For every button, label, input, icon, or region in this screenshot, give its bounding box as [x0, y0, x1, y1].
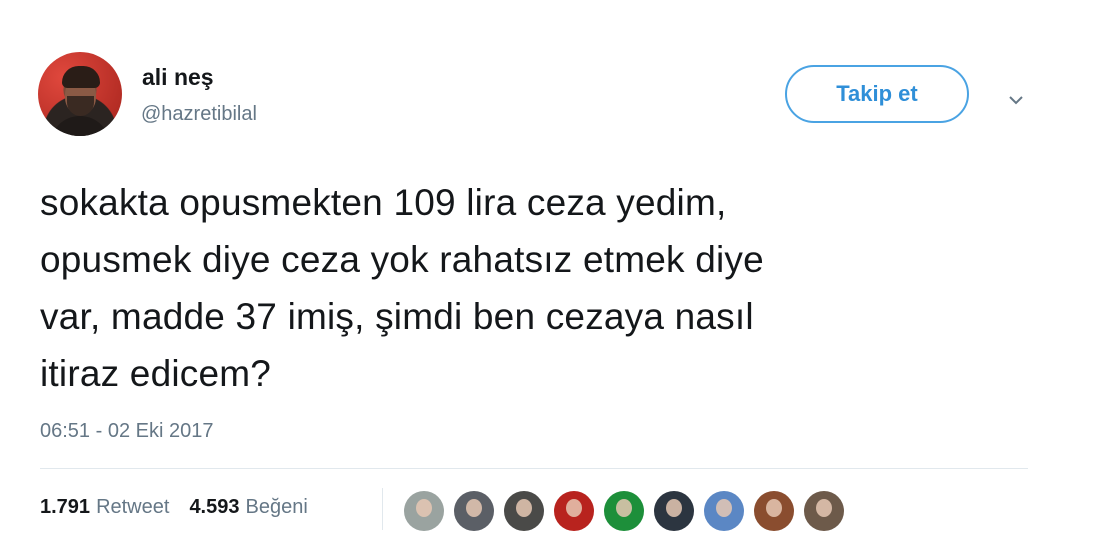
liker-avatar[interactable] [754, 491, 794, 531]
liker-avatars [404, 491, 854, 531]
divider [40, 468, 1028, 469]
avatar-hair [62, 66, 100, 88]
liker-avatar[interactable] [554, 491, 594, 531]
profile-avatar[interactable] [38, 52, 122, 136]
tweet-stats: 1.791 Retweet 4.593 Beğeni [40, 496, 308, 519]
retweet-label[interactable]: Retweet [96, 496, 169, 519]
avatar-body [50, 116, 110, 136]
liker-avatar[interactable] [604, 491, 644, 531]
follow-button[interactable]: Takip et [785, 65, 969, 123]
tweet-timestamp[interactable]: 06:51 - 02 Eki 2017 [40, 420, 213, 443]
chevron-down-icon[interactable] [1006, 90, 1026, 110]
liker-avatar[interactable] [404, 491, 444, 531]
tweet-text: sokakta opusmekten 109 lira ceza yedim, … [40, 182, 764, 394]
liker-avatar[interactable] [804, 491, 844, 531]
liker-avatar[interactable] [504, 491, 544, 531]
stats-separator [382, 488, 383, 530]
display-name[interactable]: ali neş [142, 64, 214, 91]
liker-avatar[interactable] [454, 491, 494, 531]
liker-avatar[interactable] [654, 491, 694, 531]
retweet-count[interactable]: 1.791 [40, 496, 90, 519]
like-count[interactable]: 4.593 [189, 496, 239, 519]
user-handle[interactable]: @hazretibilal [141, 103, 257, 126]
like-label[interactable]: Beğeni [246, 496, 308, 519]
avatar-beard [67, 96, 94, 116]
liker-avatar[interactable] [704, 491, 744, 531]
